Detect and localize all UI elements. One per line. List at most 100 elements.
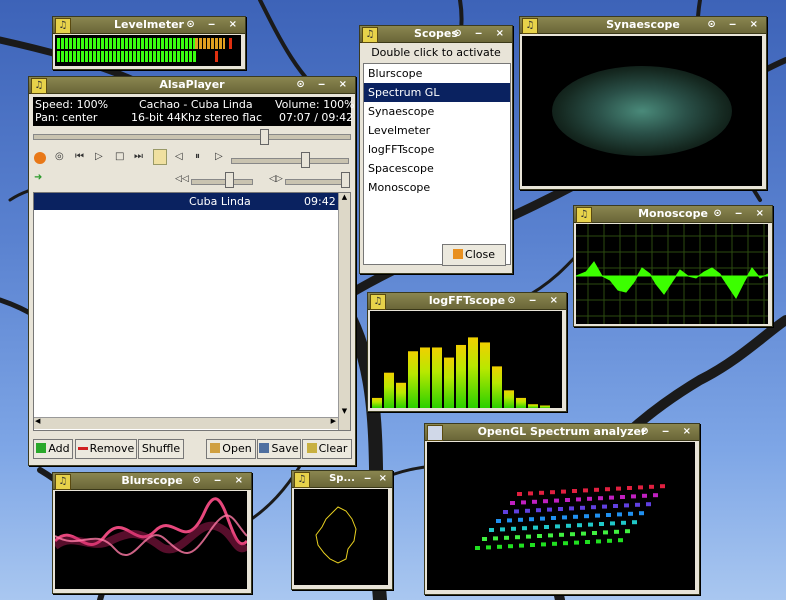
next-track-button[interactable]: ⏭ xyxy=(134,151,143,162)
balance-left-icon: ◁◁ xyxy=(175,174,189,184)
playlist[interactable]: Cuba Linda 09:42 ▲ ▼ ◀ ▶ xyxy=(33,192,351,431)
playlist-icon[interactable] xyxy=(153,149,167,165)
play-button[interactable]: ▷ xyxy=(95,151,103,162)
previous-track-button[interactable]: ⏮ xyxy=(75,151,84,162)
spectrum-cell xyxy=(605,487,610,492)
seek-back-button[interactable]: ◁ xyxy=(175,151,183,162)
spectrum-cell xyxy=(515,535,520,540)
synaescope-window[interactable]: ♫ Synaescope ⊙ ‒ × xyxy=(519,16,767,190)
spacescope-display xyxy=(294,489,388,585)
song-title: Cachao - Cuba Linda xyxy=(139,98,253,111)
blurscope-titlebar[interactable]: ♫ Blurscope ⊙ ‒ × xyxy=(53,473,251,490)
window-controls[interactable]: ⊙ ‒ × xyxy=(640,424,696,440)
spectrum-cell xyxy=(504,535,509,540)
seek-forward-button[interactable]: ▷ xyxy=(215,151,223,162)
exit-icon[interactable]: ➜ xyxy=(34,172,42,183)
playlist-horizontal-scrollbar[interactable]: ◀ ▶ xyxy=(34,417,338,429)
fft-bar xyxy=(516,397,526,408)
monoscope-titlebar[interactable]: ♫ Monoscope ⊙ ‒ × xyxy=(574,206,772,223)
blurscope-window[interactable]: ♫ Blurscope ⊙ ‒ × xyxy=(52,472,252,594)
opengl-spectrum-window[interactable]: OpenGL Spectrum analyzer ⊙ ‒ × xyxy=(424,423,700,595)
clear-button[interactable]: Clear xyxy=(302,439,352,459)
spectrum-cell xyxy=(489,528,494,532)
window-controls[interactable]: ⊙ ‒ × xyxy=(186,17,242,33)
scope-list-item[interactable]: Synaescope xyxy=(364,102,510,121)
spectrum-cell xyxy=(539,490,544,495)
remove-button[interactable]: Remove xyxy=(75,439,137,459)
scope-list-item[interactable]: Monoscope xyxy=(364,178,510,197)
shuffle-button[interactable]: Shuffle xyxy=(138,439,184,459)
logfftscope-window[interactable]: ♫ logFFTscope ⊙ ‒ × xyxy=(367,292,567,412)
spectrum-cell xyxy=(632,520,637,525)
scroll-left-arrow[interactable]: ◀ xyxy=(35,417,40,425)
logfftscope-titlebar[interactable]: ♫ logFFTscope ⊙ ‒ × xyxy=(368,293,566,310)
spectrum-cell xyxy=(566,523,571,528)
speed-slider-knob[interactable] xyxy=(301,152,310,168)
spectrum-cell xyxy=(562,515,567,520)
scroll-down-arrow[interactable]: ▼ xyxy=(339,407,350,418)
volume-slider[interactable] xyxy=(285,179,349,185)
window-controls[interactable]: ⊙ ‒ × xyxy=(713,206,769,222)
window-controls[interactable]: ⊙ ‒ × xyxy=(192,473,248,489)
spectrum-cell xyxy=(598,496,603,501)
window-controls[interactable]: ⊙ ‒ × xyxy=(453,26,509,42)
scope-list-item[interactable]: Blurscope xyxy=(364,64,510,83)
format-label: 16-bit 44Khz stereo flac xyxy=(131,111,263,124)
opengl-spectrum-titlebar[interactable]: OpenGL Spectrum analyzer ⊙ ‒ × xyxy=(425,424,699,441)
scope-list-item[interactable]: Spacescope xyxy=(364,159,510,178)
broom-icon xyxy=(306,443,317,453)
spectrum-cell xyxy=(639,511,644,516)
position-slider-knob[interactable] xyxy=(259,129,269,145)
window-controls[interactable]: ⊙ ‒ × xyxy=(507,293,563,309)
balance-slider-knob[interactable] xyxy=(225,172,234,188)
volume-icon: ◁▷ xyxy=(269,174,283,184)
alsaplayer-logo-icon[interactable] xyxy=(34,152,46,164)
spectrum-cell xyxy=(577,523,582,528)
position-slider[interactable] xyxy=(33,134,351,140)
window-controls[interactable]: ⊙ ‒ × xyxy=(296,77,352,93)
scroll-up-arrow[interactable]: ▲ xyxy=(339,193,350,204)
levelmeter-window[interactable]: ♫ Levelmeter ⊙ ‒ × xyxy=(52,16,246,70)
window-controls[interactable]: ⊙ ‒ × xyxy=(707,17,763,33)
fft-bar xyxy=(540,405,550,408)
open-button[interactable]: Open xyxy=(206,439,256,459)
alsaplayer-titlebar[interactable]: ♫ AlsaPlayer ⊙ ‒ × xyxy=(29,77,355,94)
fft-bar xyxy=(384,372,394,408)
fft-bar xyxy=(420,347,430,408)
stop-button[interactable]: □ xyxy=(115,151,124,162)
scopes-list[interactable]: Blurscope Spectrum GL Synaescope Levelmeter… xyxy=(363,63,511,265)
cd-icon[interactable]: ◎ xyxy=(55,151,64,162)
spectrum-cell xyxy=(592,531,597,535)
spacescope-window[interactable]: ♫ Sp... ‒ × xyxy=(291,470,393,590)
opengl-spectrum-title: OpenGL Spectrum analyzer xyxy=(477,425,647,438)
speed-slider[interactable] xyxy=(231,158,349,164)
scope-list-item[interactable]: Spectrum GL xyxy=(364,83,510,102)
opengl-spectrum-display xyxy=(427,442,695,590)
spacescope-titlebar[interactable]: ♫ Sp... ‒ × xyxy=(292,471,392,488)
synaescope-titlebar[interactable]: ♫ Synaescope ⊙ ‒ × xyxy=(520,17,766,34)
volume-slider-knob[interactable] xyxy=(341,172,350,188)
spectrum-cell xyxy=(646,502,651,507)
balance-slider[interactable] xyxy=(191,179,253,185)
scopes-window[interactable]: ♫ Scopes ⊙ ‒ × Double click to activate … xyxy=(359,25,513,274)
fft-bar xyxy=(396,382,406,408)
logfftscope-title: logFFTscope xyxy=(428,294,506,307)
spectrum-cell xyxy=(583,488,588,493)
add-button[interactable]: Add xyxy=(33,439,73,459)
scroll-right-arrow[interactable]: ▶ xyxy=(331,417,336,425)
pause-button[interactable]: ⏸ xyxy=(195,151,200,162)
playlist-vertical-scrollbar[interactable]: ▲ ▼ xyxy=(338,193,350,430)
scopes-titlebar[interactable]: ♫ Scopes ⊙ ‒ × xyxy=(360,26,512,43)
monoscope-window[interactable]: ♫ Monoscope ⊙ ‒ × xyxy=(573,205,773,327)
scope-list-item[interactable]: Levelmeter xyxy=(364,121,510,140)
alsaplayer-window[interactable]: ♫ AlsaPlayer ⊙ ‒ × Speed: 100% Cachao - … xyxy=(28,76,356,466)
window-controls[interactable]: ‒ × xyxy=(364,471,389,487)
save-button[interactable]: Save xyxy=(257,439,301,459)
scope-list-item[interactable]: logFFTscope xyxy=(364,140,510,159)
levelmeter-titlebar[interactable]: ♫ Levelmeter ⊙ ‒ × xyxy=(53,17,245,34)
close-button[interactable]: Close xyxy=(442,244,506,266)
fft-bar xyxy=(444,357,454,408)
monoscope-display xyxy=(576,224,768,324)
spectrum-cell xyxy=(631,494,636,499)
playlist-row[interactable]: Cuba Linda 09:42 xyxy=(34,193,338,210)
